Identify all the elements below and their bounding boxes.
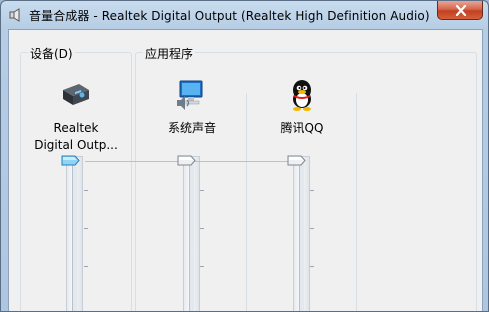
device-name-line2: Digital Outp...: [34, 138, 118, 152]
system-sounds-icon[interactable]: [175, 78, 209, 112]
slider-tick: [84, 228, 88, 229]
qq-penguin-icon[interactable]: [285, 78, 319, 112]
slider-tick: [200, 266, 204, 267]
speaker-app-icon: [9, 8, 20, 22]
slider-tick: [200, 228, 204, 229]
volume-mixer-window: 音量合成器 - Realtek Digital Output (Realtek …: [0, 0, 489, 312]
applications-group: 应用程序 系统声音 腾讯QQ: [135, 45, 477, 311]
devices-group-label: 设备(D): [28, 45, 75, 62]
slider-tick: [310, 266, 314, 267]
devices-group: 设备(D) Realtek Digital Outp...: [20, 45, 132, 311]
close-button[interactable]: [437, 1, 483, 20]
system-sounds-volume-slider[interactable]: [183, 156, 200, 311]
close-icon: [455, 5, 467, 16]
slider-groove: [72, 159, 77, 311]
column-divider: [356, 93, 357, 311]
app-name-qq: 腾讯QQ: [280, 121, 324, 135]
qq-volume-thumb[interactable]: [287, 155, 306, 166]
system-sounds-volume-thumb[interactable]: [177, 155, 196, 166]
speaker-device-icon[interactable]: [59, 78, 93, 112]
slider-groove: [299, 159, 304, 311]
slider-tick: [200, 190, 204, 191]
slider-tick: [84, 266, 88, 267]
slider-tick: [310, 190, 314, 191]
device-name-line1: Realtek: [53, 121, 99, 135]
slider-tick: [310, 228, 314, 229]
device-volume-slider[interactable]: [66, 156, 83, 311]
applications-group-label: 应用程序: [143, 45, 196, 62]
mixer-client-area: 设备(D) Realtek Digital Outp... 应用程序 系统声音 …: [8, 29, 483, 311]
device-name-label: Realtek Digital Outp...: [21, 120, 131, 154]
title-bar[interactable]: 音量合成器 - Realtek Digital Output (Realtek …: [1, 1, 488, 29]
slider-tick: [84, 190, 88, 191]
device-volume-thumb[interactable]: [61, 155, 80, 166]
window-title: 音量合成器 - Realtek Digital Output (Realtek …: [29, 9, 430, 23]
slider-groove: [189, 159, 194, 311]
app-name-system-sounds: 系统声音: [167, 121, 216, 135]
qq-volume-slider[interactable]: [293, 156, 310, 311]
